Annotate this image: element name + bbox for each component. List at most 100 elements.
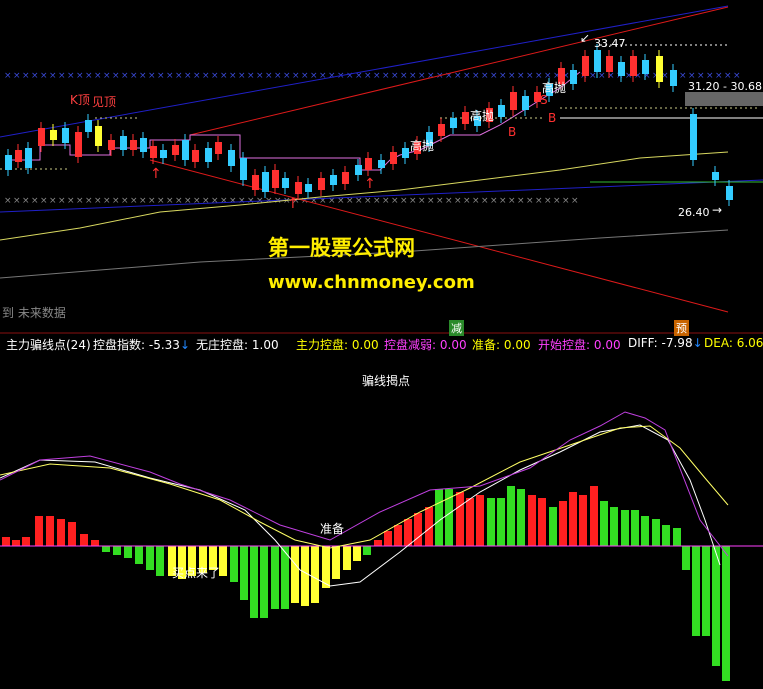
histogram-bar [271,546,279,609]
histogram-bar [230,546,238,582]
support-cross: × [148,196,156,206]
candle-body [365,158,372,170]
histogram-bar [712,546,720,666]
candle-body [252,175,259,190]
support-cross: × [58,196,66,206]
candle-body [305,184,312,192]
candle-body [62,128,69,143]
item-label: 控盘指数: [93,338,146,352]
histogram-bar [12,540,20,546]
histogram-bar [113,546,121,555]
resistance-cross: × [598,71,606,81]
item-no-dealer: 无庄控盘: 1.00 [196,336,279,353]
down-arrow-icon: ↓ [179,338,190,352]
histogram-bar [219,546,227,576]
candle-body [205,148,212,162]
item-value: -7.98 [661,336,693,350]
histogram-bar [702,546,710,636]
histogram-bar [507,486,515,546]
candle-body [5,155,12,170]
support-cross: × [40,196,48,206]
resistance-cross: × [247,71,255,81]
item-value: 1.00 [251,338,279,352]
candle-body [318,178,325,190]
resistance-cross: × [373,71,381,81]
resistance-cross: × [94,71,102,81]
candle-body [172,145,179,155]
histogram-bar [102,546,110,552]
support-cross: × [544,196,552,206]
support-cross: × [31,196,39,206]
resistance-cross: × [229,71,237,81]
low-price-label: 26.40 [678,206,710,219]
candle-body [262,172,269,192]
pointer-arrow-icon: → [712,203,722,217]
candle-body [160,150,167,158]
resistance-cross: × [76,71,84,81]
support-cross: × [139,196,147,206]
support-cross: × [382,196,390,206]
candle-body [390,152,397,164]
buy-point-label: 买点来了 [172,566,221,580]
resistance-cross: × [13,71,21,81]
histogram-bar [80,534,88,546]
histogram-bar [394,525,402,546]
resistance-cross: × [121,71,129,81]
candle-body [670,70,677,86]
candle-body [606,56,613,72]
histogram-bar [528,495,536,546]
resistance-cross: × [283,71,291,81]
histogram-bar [621,510,629,546]
reduce-badge: 减 [449,320,464,336]
histogram-bar [2,537,10,546]
candle-body [130,140,137,150]
histogram-bar [497,498,505,546]
resistance-cross: × [679,71,687,81]
resistance-cross: × [607,71,615,81]
item-prepare: 准备: 0.00 [472,336,531,353]
support-cross: × [553,196,561,206]
candle-body [462,112,469,124]
support-cross: × [463,196,471,206]
support-cross: × [112,196,120,206]
histogram-bar [124,546,132,558]
resistance-cross: × [310,71,318,81]
signal-marker: B [548,111,556,125]
signal-marker: B [508,125,516,139]
support-cross: × [202,196,210,206]
histogram-bar [250,546,258,618]
resistance-cross: × [22,71,30,81]
histogram-bar [673,528,681,546]
support-cross: × [517,196,525,206]
histogram-bar [363,546,371,555]
resistance-cross: × [463,71,471,81]
candle-body [582,56,589,76]
resistance-cross: × [256,71,264,81]
resistance-cross: × [67,71,75,81]
support-cross: × [373,196,381,206]
item-value: -5.33 [148,338,180,352]
resistance-cross: × [517,71,525,81]
resistance-cross: × [148,71,156,81]
control-curve [0,411,729,557]
lower-panel-title: 骗线揭点 [362,374,411,388]
resistance-cross: × [382,71,390,81]
support-cross: × [193,196,201,206]
support-cross: × [103,196,111,206]
resistance-cross: × [31,71,39,81]
item-start-control: 开始控盘: 0.00 [538,336,621,353]
candle-body [25,148,32,168]
histogram-bar [35,516,43,546]
down-arrow-icon: ↓ [692,336,703,350]
histogram-bar [68,522,76,546]
resistance-cross: × [535,71,543,81]
no-future-data-label: 到 未来数据 [2,306,66,320]
support-cross: × [526,196,534,206]
signal-marker: 高抛 [410,138,434,153]
histogram-bar [569,492,577,546]
resistance-cross: × [400,71,408,81]
item-main-control: 主力控盘: 0.00 [296,336,379,353]
support-cross: × [454,196,462,206]
candle-body [522,96,529,110]
resistance-cross: × [220,71,228,81]
